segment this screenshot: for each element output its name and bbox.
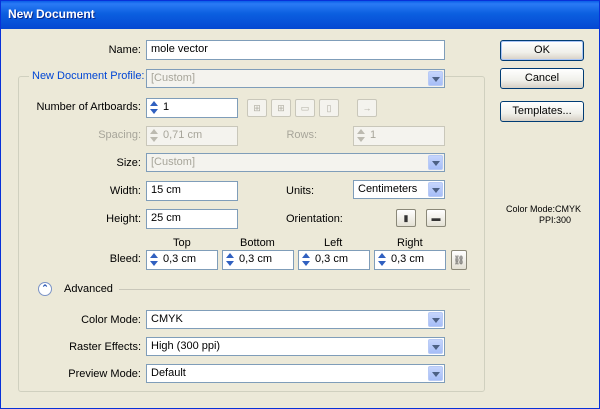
color-mode-label: Color Mode: bbox=[81, 314, 141, 326]
preview-mode-value: Default bbox=[151, 367, 186, 379]
title-bar[interactable]: New Document bbox=[1, 1, 599, 29]
artboards-stepper[interactable]: 1 bbox=[146, 98, 238, 118]
spin-arrows-icon[interactable] bbox=[377, 253, 388, 267]
units-value: Centimeters bbox=[358, 183, 418, 195]
height-input[interactable]: 25 cm bbox=[146, 209, 238, 229]
rows-stepper[interactable]: 1 bbox=[353, 126, 445, 146]
artboards-value: 1 bbox=[163, 101, 170, 113]
chevron-down-icon bbox=[428, 71, 443, 86]
chevron-down-icon bbox=[428, 339, 443, 354]
height-label: Height: bbox=[106, 213, 141, 225]
bleed-right-stepper[interactable]: 0,3 cm bbox=[374, 250, 446, 270]
portrait-icon[interactable]: ▮ bbox=[396, 209, 416, 227]
spacing-label: Spacing: bbox=[98, 129, 141, 141]
bleed-right-value: 0,3 cm bbox=[391, 253, 425, 265]
grid-by-column-icon[interactable]: ⊞ bbox=[271, 99, 291, 117]
size-label: Size: bbox=[116, 157, 141, 169]
spin-arrows-icon[interactable] bbox=[301, 253, 312, 267]
spin-arrows-icon[interactable] bbox=[149, 253, 160, 267]
bleed-top-value: 0,3 cm bbox=[163, 253, 197, 265]
landscape-icon[interactable]: ▬ bbox=[426, 209, 446, 227]
chevron-down-icon bbox=[428, 182, 443, 197]
width-label: Width: bbox=[109, 185, 141, 197]
raster-effects-value: High (300 ppi) bbox=[151, 340, 221, 352]
summary-color-mode: Color Mode:CMYK bbox=[505, 204, 581, 214]
new-document-dialog: New Document Name: mole vector New Docum… bbox=[0, 0, 600, 409]
chevron-down-icon bbox=[428, 312, 443, 327]
color-mode-value: CMYK bbox=[151, 313, 183, 325]
artboards-label: Number of Artboards: bbox=[36, 101, 141, 113]
right-to-left-icon[interactable]: → bbox=[357, 99, 377, 117]
bleed-left-stepper[interactable]: 0,3 cm bbox=[298, 250, 370, 270]
bleed-bottom-label: Bottom bbox=[240, 237, 275, 249]
window-title: New Document bbox=[8, 7, 95, 21]
preview-mode-label: Preview Mode: bbox=[68, 368, 141, 380]
chevron-down-icon bbox=[428, 366, 443, 381]
spacing-stepper[interactable]: 0,71 cm bbox=[146, 126, 238, 146]
grid-by-row-icon[interactable]: ⊞ bbox=[247, 99, 267, 117]
units-select[interactable]: Centimeters bbox=[353, 180, 445, 199]
name-input[interactable]: mole vector bbox=[146, 40, 445, 60]
raster-effects-label: Raster Effects: bbox=[69, 341, 141, 353]
bleed-right-label: Right bbox=[397, 237, 423, 249]
profile-value: [Custom] bbox=[151, 72, 196, 84]
spin-arrows-icon[interactable] bbox=[356, 129, 367, 143]
spacing-value: 0,71 cm bbox=[163, 129, 203, 141]
bleed-left-value: 0,3 cm bbox=[315, 253, 349, 265]
bleed-top-label: Top bbox=[173, 237, 191, 249]
rows-value: 1 bbox=[370, 129, 377, 141]
size-select[interactable]: [Custom] bbox=[146, 153, 445, 172]
rows-label: Rows: bbox=[286, 129, 317, 141]
spin-arrows-icon[interactable] bbox=[225, 253, 236, 267]
name-label: Name: bbox=[108, 44, 141, 56]
size-value: [Custom] bbox=[151, 156, 196, 168]
chevron-down-icon bbox=[428, 155, 443, 170]
profile-select[interactable]: [Custom] bbox=[146, 69, 445, 88]
collapse-up-icon[interactable]: ⌃ bbox=[38, 282, 52, 296]
summary-ppi: PPI:300 bbox=[538, 215, 571, 225]
arrange-by-column-icon[interactable]: ▯ bbox=[319, 99, 339, 117]
bleed-left-label: Left bbox=[324, 237, 343, 249]
spin-arrows-icon[interactable] bbox=[149, 101, 160, 115]
ok-button[interactable]: OK bbox=[500, 40, 584, 61]
orientation-label: Orientation: bbox=[286, 213, 343, 225]
templates-button[interactable]: Templates... bbox=[500, 101, 584, 122]
preview-mode-select[interactable]: Default bbox=[146, 364, 445, 383]
cancel-button[interactable]: Cancel bbox=[500, 68, 584, 89]
bleed-label: Bleed: bbox=[109, 253, 141, 265]
raster-effects-select[interactable]: High (300 ppi) bbox=[146, 337, 445, 356]
bleed-bottom-value: 0,3 cm bbox=[239, 253, 273, 265]
color-mode-select[interactable]: CMYK bbox=[146, 310, 445, 329]
units-label: Units: bbox=[286, 185, 315, 197]
advanced-label: Advanced bbox=[64, 283, 113, 295]
advanced-divider bbox=[119, 289, 470, 290]
bleed-bottom-stepper[interactable]: 0,3 cm bbox=[222, 250, 294, 270]
chain-link-icon[interactable]: ⛓ bbox=[451, 250, 467, 270]
profile-label: New Document Profile: bbox=[29, 70, 148, 82]
arrange-by-row-icon[interactable]: ▭ bbox=[295, 99, 315, 117]
bleed-top-stepper[interactable]: 0,3 cm bbox=[146, 250, 218, 270]
width-input[interactable]: 15 cm bbox=[146, 181, 238, 201]
spin-arrows-icon[interactable] bbox=[149, 129, 160, 143]
